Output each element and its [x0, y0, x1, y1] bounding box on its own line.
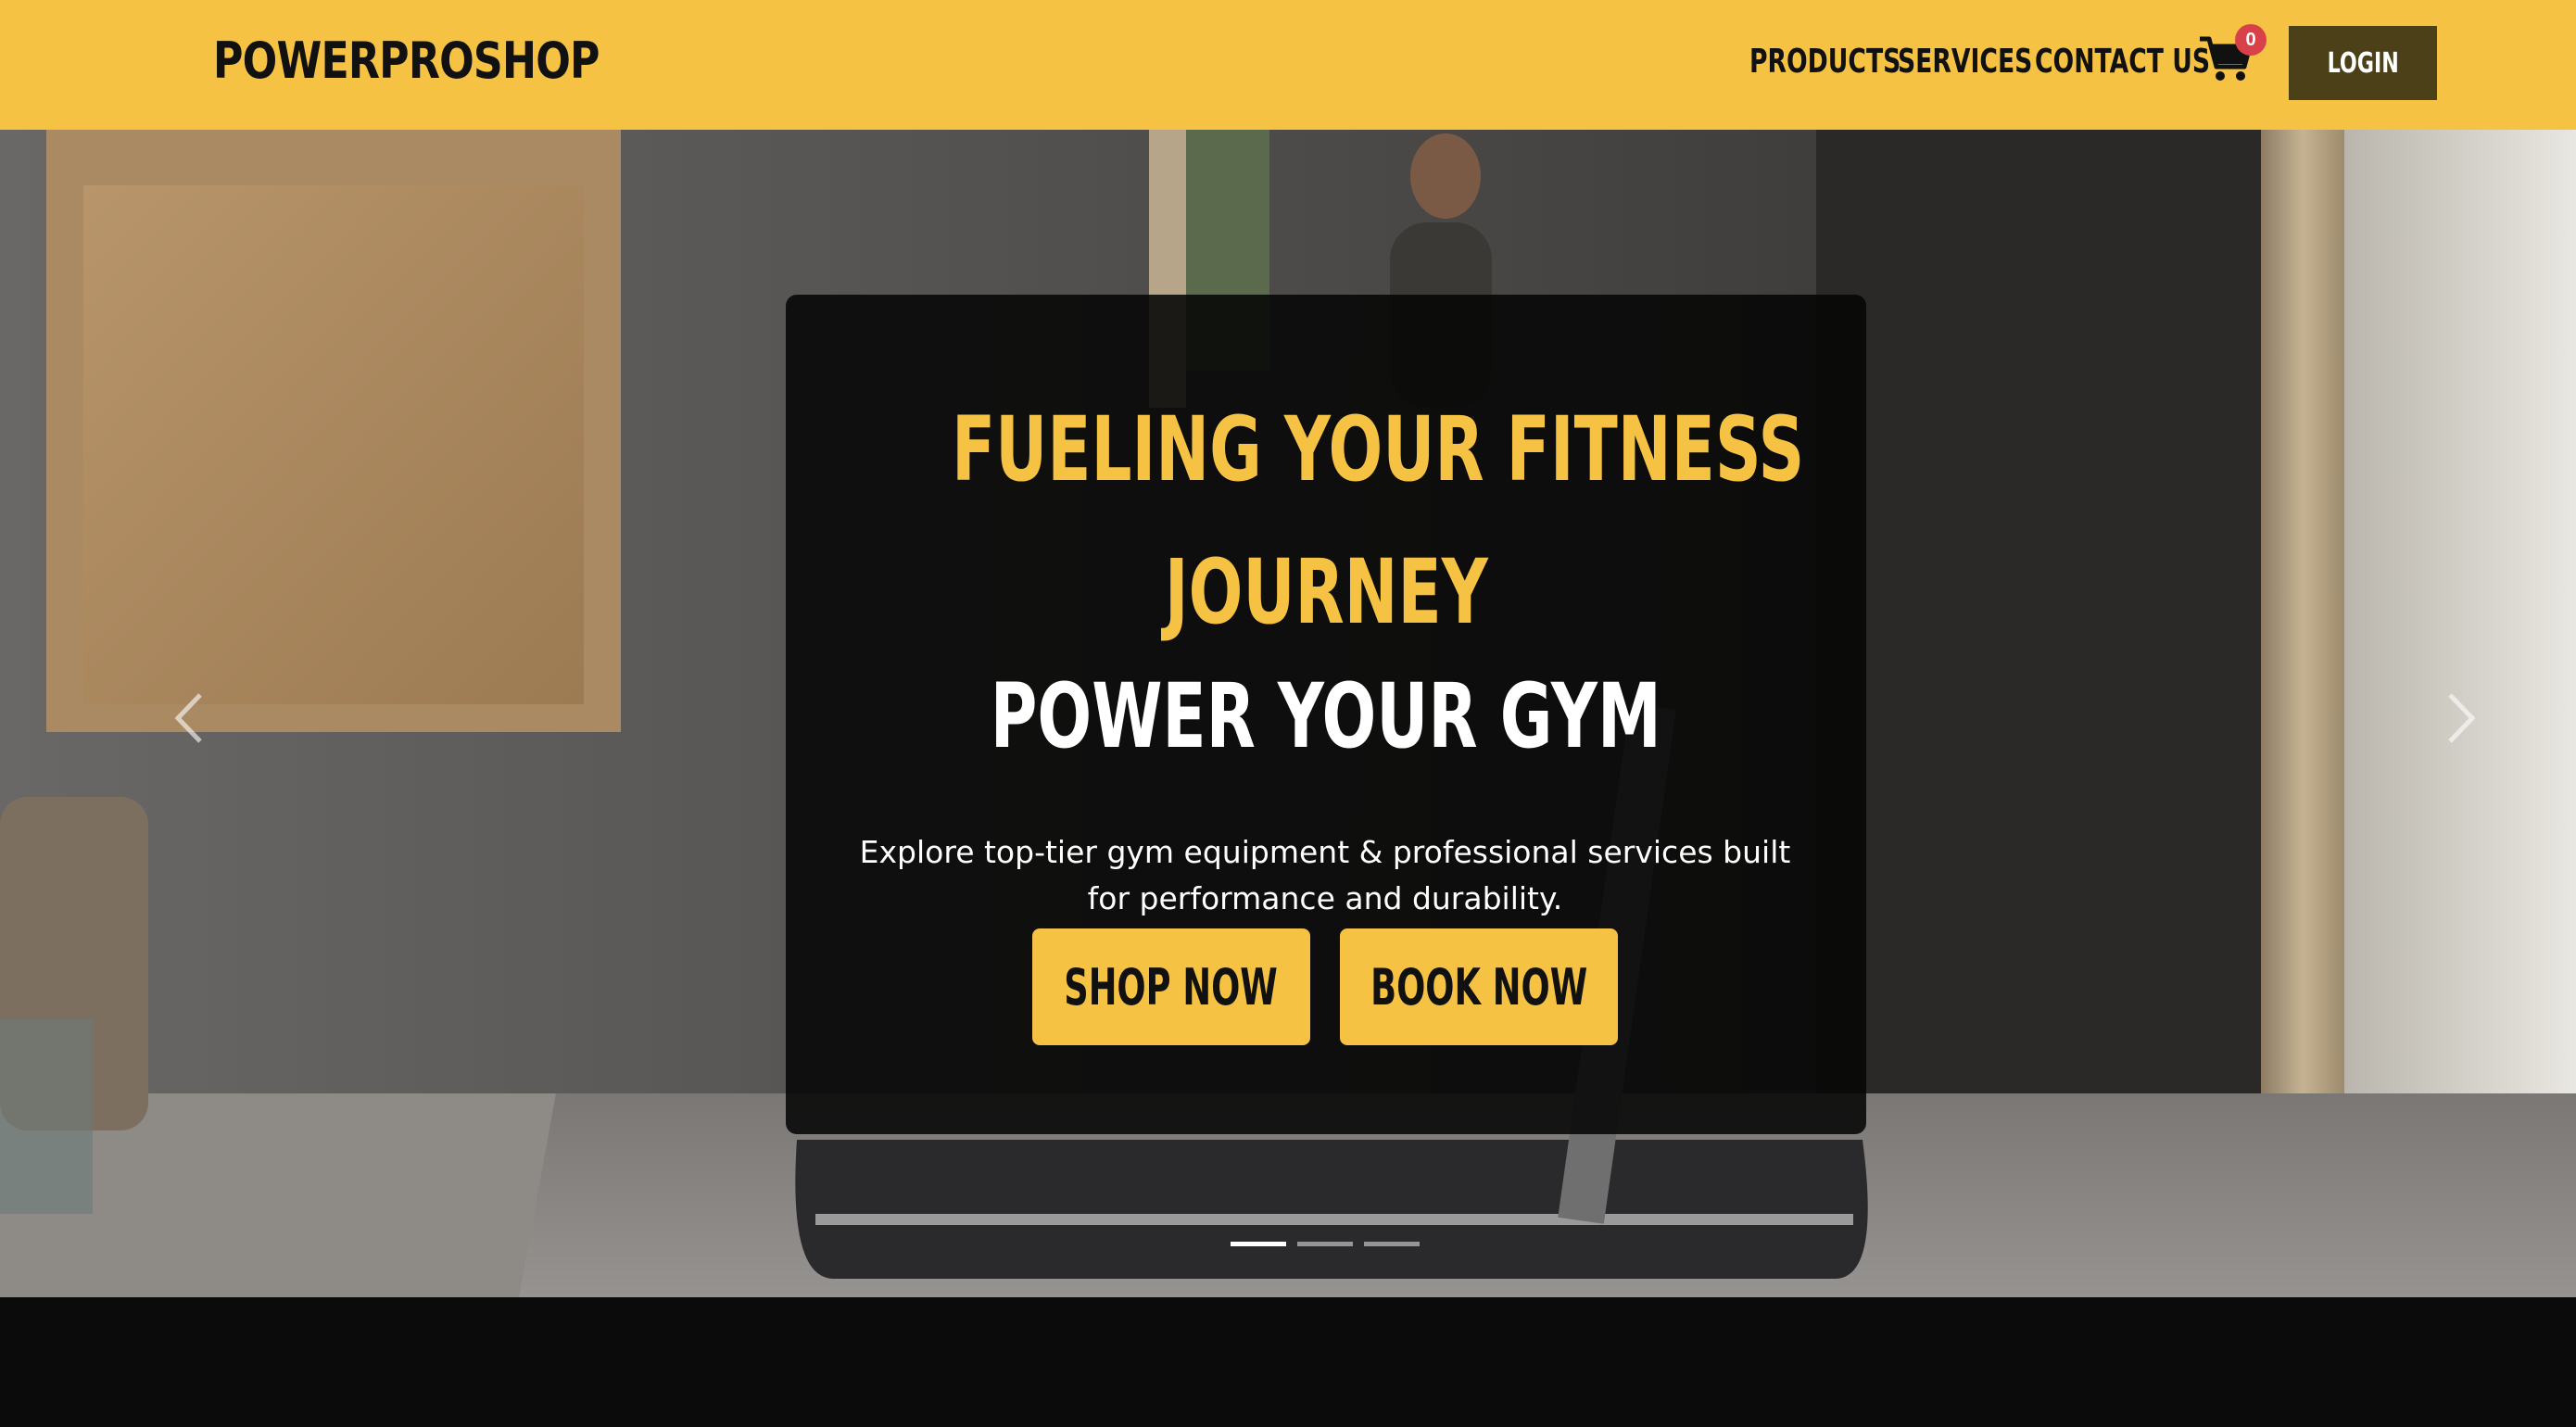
carousel-indicators	[1231, 1242, 1420, 1249]
carousel-indicator[interactable]	[1297, 1242, 1353, 1246]
hero-headline-line1: FUELING YOUR FITNESS	[951, 398, 1805, 501]
hero-headline-line2: JOURNEY	[1164, 540, 1488, 644]
shop-now-label: SHOP NOW	[1064, 957, 1279, 1017]
chevron-left-icon[interactable]	[163, 676, 219, 760]
chevron-right-icon[interactable]	[2431, 676, 2487, 760]
login-button[interactable]: LOGIN	[2289, 26, 2437, 100]
nav-services-link[interactable]: SERVICES	[1898, 39, 2032, 85]
login-button-label: LOGIN	[2327, 46, 2399, 80]
page-bottom-section	[0, 1297, 2576, 1427]
carousel-indicator[interactable]	[1231, 1242, 1286, 1246]
navbar: POWERPROSHOP PRODUCTS SERVICES CONTACT U…	[0, 0, 2576, 130]
carousel-indicator[interactable]	[1364, 1242, 1420, 1246]
cart-count-badge: 0	[2235, 24, 2267, 56]
hero-description: Explore top-tier gym equipment & profess…	[859, 834, 1791, 916]
nav-products-link[interactable]: PRODUCTS	[1749, 39, 1900, 85]
brand-logo[interactable]: POWERPROSHOP	[213, 32, 600, 91]
nav-contact-link[interactable]: CONTACT US	[2035, 39, 2210, 85]
book-now-button[interactable]: BOOK NOW	[1340, 928, 1618, 1045]
shop-now-button[interactable]: SHOP NOW	[1032, 928, 1310, 1045]
book-now-label: BOOK NOW	[1370, 957, 1588, 1017]
hero-carousel: FUELING YOUR FITNESS JOURNEY POWER YOUR …	[0, 130, 2576, 1297]
hero-subheadline: POWER YOUR GYM	[991, 664, 1661, 768]
